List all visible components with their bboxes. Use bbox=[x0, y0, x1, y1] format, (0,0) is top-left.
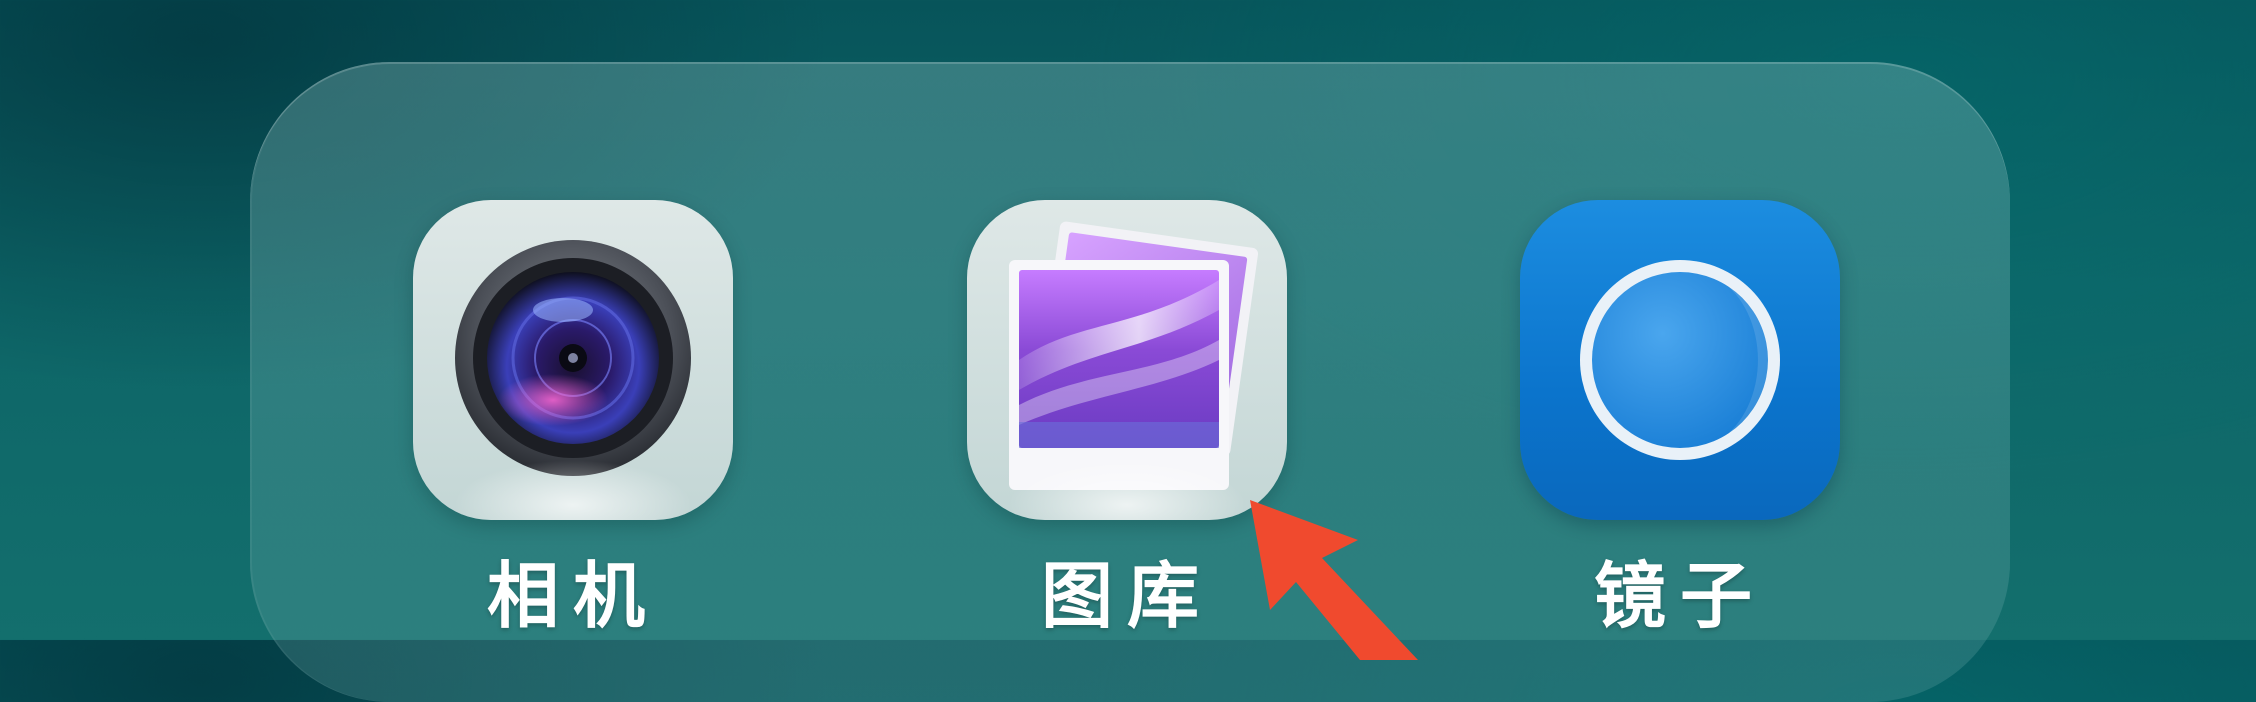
app-label-gallery: 图库 bbox=[1040, 553, 1213, 638]
app-mirror[interactable]: 镜子 bbox=[1520, 200, 1840, 632]
gallery-tile[interactable] bbox=[967, 200, 1287, 520]
red-arrow-pointer bbox=[1250, 500, 1418, 660]
photo-stack-icon bbox=[1009, 221, 1259, 490]
mirror-tile[interactable] bbox=[1520, 200, 1840, 520]
app-camera[interactable]: 相机 bbox=[413, 200, 733, 632]
app-label-mirror: 镜子 bbox=[1593, 553, 1766, 638]
camera-tile[interactable] bbox=[413, 200, 733, 520]
app-label-camera: 相机 bbox=[486, 553, 659, 638]
mirror-circle-icon bbox=[1580, 260, 1780, 460]
camera-lens-icon bbox=[455, 240, 691, 476]
app-gallery[interactable]: 图库 bbox=[967, 200, 1287, 632]
